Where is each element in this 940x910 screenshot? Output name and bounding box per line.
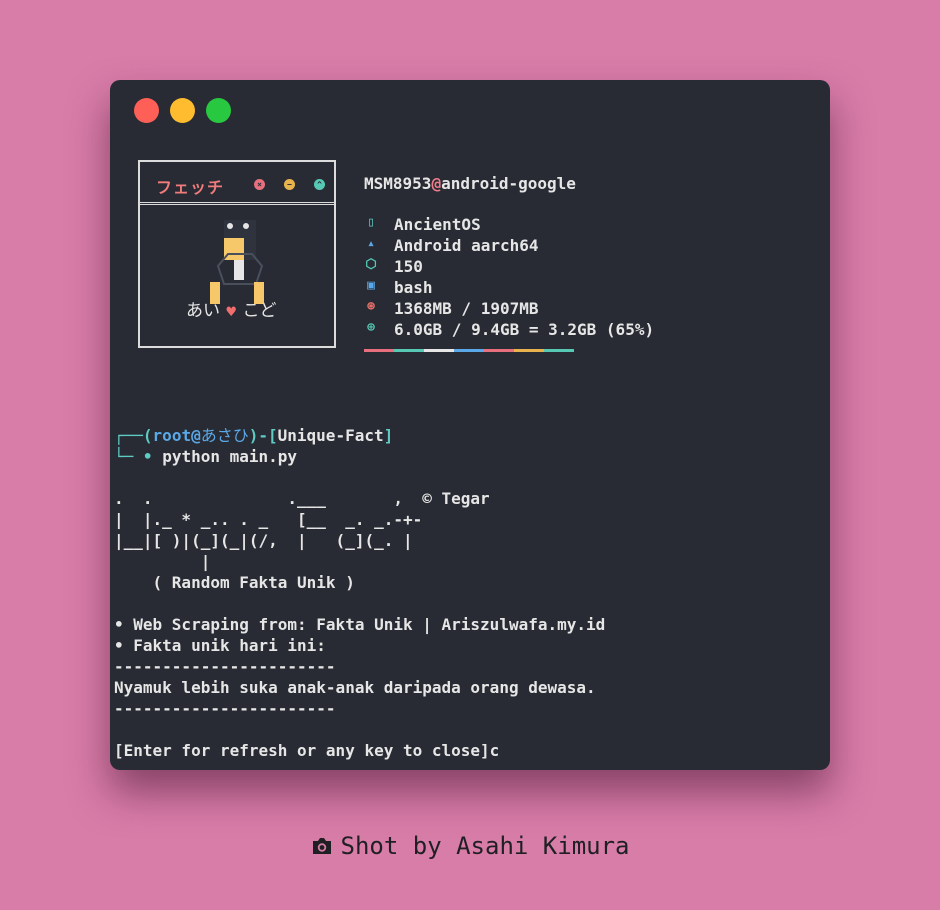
prompt-open-paren: (	[142, 426, 153, 445]
phone-icon: ▯	[367, 215, 375, 230]
prompt-line: ┌──(root@あさひ)-[Unique-Fact]	[114, 425, 393, 446]
prompt-directory: Unique-Fact	[277, 426, 384, 445]
heart-icon: ♥	[225, 305, 238, 320]
fetch-info-value: 6.0GB / 9.4GB = 3.2GB (65%)	[394, 320, 655, 339]
host-user: MSM8953	[364, 174, 432, 193]
palette-swatch	[364, 349, 394, 352]
terminal-icon: ▣	[367, 278, 375, 293]
banner-line-3: |__|[ )|(_](_|(/, | (_](_. |	[114, 531, 413, 550]
terminal-window: フェッチ × − ^ あい ♥ こど MSM8953@android-googl…	[110, 80, 830, 770]
android-icon: ▴	[367, 236, 375, 251]
disk-icon: ⊕	[367, 320, 375, 335]
fetch-info-value: 150	[394, 257, 423, 276]
fetch-info-value: 1368MB / 1907MB	[394, 299, 539, 318]
penguin-mascot-icon	[210, 220, 264, 304]
palette-swatch	[484, 349, 514, 352]
banner-line-4: |	[114, 552, 211, 571]
palette-swatch	[544, 349, 574, 352]
credit-text: Shot by Asahi Kimura	[340, 832, 630, 860]
host-at: @	[431, 174, 442, 193]
fetch-minimize-icon: −	[284, 179, 295, 190]
fetch-host-line: MSM8953@android-google	[364, 173, 576, 194]
command-line: └─ • python main.py	[114, 446, 297, 467]
palette-swatch	[394, 349, 424, 352]
prompt-host: あさひ	[200, 426, 249, 445]
fetch-box-title: フェッチ	[156, 178, 225, 197]
terminal-output[interactable]: フェッチ × − ^ あい ♥ こど MSM8953@android-googl…	[110, 80, 830, 770]
fetch-logo-label: あい ♥ こど	[186, 296, 276, 321]
fetch-info-value: bash	[394, 278, 433, 297]
memory-icon: ⊛	[367, 299, 375, 314]
divider-top: -----------------------	[114, 657, 336, 676]
camera-icon	[312, 838, 331, 854]
label-left: あい	[186, 301, 220, 321]
banner-line-2: | |._ * _.. . _ [__ _. _.-+-	[114, 510, 423, 529]
color-palette-bar	[364, 349, 574, 352]
palette-swatch	[454, 349, 484, 352]
screenshot-credit: Shot by Asahi Kimura	[0, 832, 940, 860]
prompt-user: root	[152, 426, 192, 445]
command-text: python main.py	[162, 447, 298, 466]
divider-bottom: -----------------------	[114, 699, 336, 718]
prompt-corner-top: ┌──	[114, 426, 143, 445]
refresh-prompt: [Enter for refresh or any key to close]c	[114, 741, 500, 760]
fetch-info-value: AncientOS	[394, 215, 481, 234]
fact-text: Nyamuk lebih suka anak-anak daripada ora…	[114, 678, 596, 697]
banner-line-1: . . .___ , © Tegar	[114, 489, 490, 508]
fetch-logo-box: フェッチ × − ^ あい ♥ こど	[138, 160, 336, 348]
fetch-info-value: Android aarch64	[394, 236, 539, 255]
package-icon: ⬡	[365, 257, 377, 272]
host-name: android-google	[441, 174, 576, 193]
prompt-at: @	[191, 426, 201, 445]
fetch-close-icon: ×	[254, 179, 265, 190]
prompt-bullet: •	[142, 447, 153, 466]
fetch-box-header: フェッチ × − ^	[140, 162, 334, 205]
prompt-corner-bottom: └─	[114, 447, 134, 466]
prompt-close-bracket: ]	[383, 426, 394, 445]
palette-swatch	[424, 349, 454, 352]
label-right: こど	[242, 301, 277, 321]
palette-swatch	[514, 349, 544, 352]
today-line: • Fakta unik hari ini:	[114, 636, 326, 655]
banner-subtitle: ( Random Fakta Unik )	[114, 573, 355, 592]
prompt-separator: )-[	[248, 426, 278, 445]
fetch-maximize-icon: ^	[314, 179, 325, 190]
source-line: • Web Scraping from: Fakta Unik | Ariszu…	[114, 615, 606, 634]
